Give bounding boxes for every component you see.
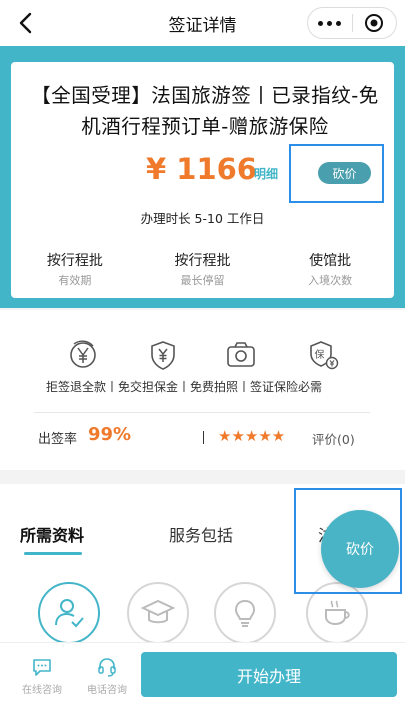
stat-label: 使馆批	[309, 253, 352, 269]
highlight-box	[294, 488, 402, 594]
nav-header: 签证详情	[0, 0, 405, 46]
guarantee-section: 保 拒签退全款丨免交担保金丨免费拍照丨签证保险必需 出签率 99% ★★★★★ …	[0, 310, 405, 470]
rating-stars: ★★★★★	[218, 427, 286, 445]
yen-circle-icon	[66, 338, 100, 372]
stat-sub: 入境次数	[308, 274, 353, 287]
insurance-icon: 保	[306, 338, 340, 372]
divider	[203, 431, 204, 444]
active-tab-indicator	[24, 552, 82, 555]
phone-consult-button[interactable]: 电话咨询	[82, 655, 132, 696]
highlight-box	[289, 144, 384, 203]
back-icon[interactable]	[12, 10, 38, 36]
coffee-cup-icon	[325, 600, 350, 626]
online-consult-label: 在线咨询	[22, 685, 62, 696]
stat-entries: 使馆批 入境次数	[266, 250, 394, 294]
divider	[34, 412, 370, 413]
start-application-button[interactable]: 开始办理	[141, 652, 397, 697]
headset-icon	[82, 655, 132, 679]
stat-sub: 最长停留	[180, 274, 225, 287]
page-title: 签证详情	[168, 15, 237, 36]
pass-rate-value: 99%	[88, 424, 132, 445]
price-detail-link[interactable]: 明细	[254, 165, 278, 182]
guarantee-labels: 拒签退全款丨免交担保金丨免费拍照丨签证保险必需	[46, 380, 323, 394]
guarantee-icons: 保	[0, 338, 405, 378]
camera-icon	[224, 338, 258, 372]
processing-duration: 办理时长 5-10 工作日	[140, 211, 265, 226]
user-check-icon	[55, 599, 84, 628]
tab-required-materials[interactable]: 所需资料	[20, 522, 84, 546]
review-link[interactable]: 评价(0)	[312, 429, 355, 448]
graduation-cap-icon	[140, 599, 176, 624]
yen-shield-icon	[146, 338, 180, 372]
stat-stay: 按行程批 最长停留	[139, 250, 267, 294]
stat-label: 按行程批	[174, 253, 231, 269]
insurance-glyph: 保	[315, 348, 325, 361]
material-category-personal[interactable]	[38, 582, 100, 644]
price: ¥ 1166	[146, 152, 257, 186]
stat-label: 按行程批	[46, 253, 103, 269]
online-consult-button[interactable]: 在线咨询	[17, 655, 67, 696]
tab-service-includes[interactable]: 服务包括	[169, 522, 233, 546]
stat-sub: 有效期	[58, 274, 92, 287]
material-category-retired[interactable]	[214, 582, 276, 644]
lightbulb-icon	[234, 599, 256, 627]
material-category-student[interactable]	[127, 582, 189, 644]
mini-program-capsule	[307, 7, 397, 39]
more-icon[interactable]	[308, 8, 352, 38]
stat-validity: 按行程批 有效期	[11, 250, 139, 294]
product-title: 【全国受理】法国旅游签丨已录指纹-免机酒行程预订单-赠旅游保险	[31, 84, 379, 138]
close-miniprogram-icon[interactable]	[352, 8, 396, 38]
pass-rate-label: 出签率	[38, 432, 78, 447]
bottom-action-bar: 在线咨询 电话咨询 开始办理	[0, 642, 405, 709]
visa-stats: 按行程批 有效期 按行程批 最长停留 使馆批 入境次数	[11, 250, 394, 294]
phone-consult-label: 电话咨询	[87, 685, 127, 696]
chat-icon	[17, 655, 67, 679]
